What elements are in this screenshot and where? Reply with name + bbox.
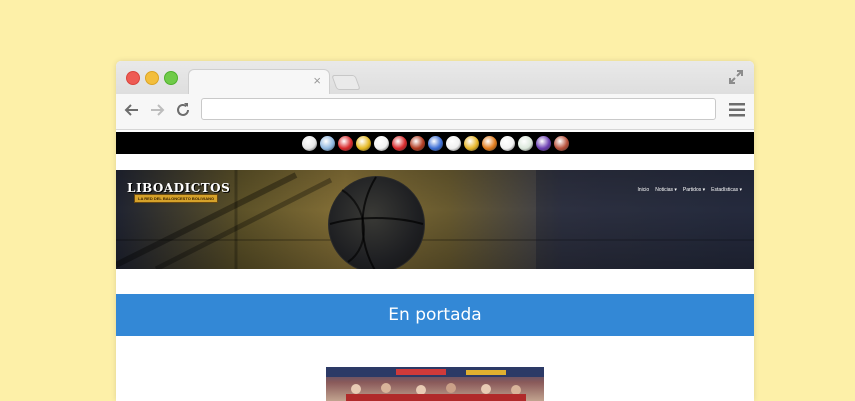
tab-close-icon[interactable]: ×: [313, 74, 321, 88]
reload-icon[interactable]: [174, 101, 192, 119]
team-logo-icon[interactable]: [553, 135, 569, 151]
team-logo-icon[interactable]: [373, 135, 389, 151]
nav-item-noticias[interactable]: Noticias ▾: [655, 187, 677, 193]
browser-window: × LIBOADICTOS LA RED DEL BALONCESTO BOLI…: [116, 61, 754, 401]
section-title: En portada: [388, 305, 482, 325]
team-logo-icon[interactable]: [499, 135, 515, 151]
forward-arrow-icon[interactable]: [148, 101, 166, 119]
team-logo-icon[interactable]: [481, 135, 497, 151]
close-window-button[interactable]: [126, 71, 140, 85]
new-tab-button[interactable]: [331, 75, 361, 90]
team-logo-icon[interactable]: [445, 135, 461, 151]
expand-icon[interactable]: [728, 69, 744, 85]
site-logo-title[interactable]: LIBOADICTOS: [127, 181, 230, 195]
team-logo-icon[interactable]: [301, 135, 317, 151]
featured-photo[interactable]: [326, 367, 544, 401]
site-header-hero: LIBOADICTOS LA RED DEL BALONCESTO BOLIVI…: [116, 170, 754, 269]
section-banner: En portada: [116, 294, 754, 336]
team-logo-icon[interactable]: [391, 135, 407, 151]
minimize-window-button[interactable]: [145, 71, 159, 85]
web-page: LIBOADICTOS LA RED DEL BALONCESTO BOLIVI…: [116, 130, 754, 401]
maximize-window-button[interactable]: [164, 71, 178, 85]
team-photo-image: [326, 367, 544, 401]
tab-strip: ×: [116, 61, 754, 95]
basketball-seams: [329, 176, 424, 269]
browser-toolbar: [116, 94, 754, 130]
active-tab[interactable]: ×: [188, 69, 330, 95]
back-arrow-icon[interactable]: [123, 101, 141, 119]
team-logo-icon[interactable]: [409, 135, 425, 151]
team-logo-icon[interactable]: [337, 135, 353, 151]
address-bar-input[interactable]: [201, 98, 716, 120]
team-logo-icon[interactable]: [463, 135, 479, 151]
nav-item-inicio[interactable]: Inicio: [638, 187, 650, 193]
team-logo-icon[interactable]: [517, 135, 533, 151]
team-logo-icon[interactable]: [355, 135, 371, 151]
teams-logo-bar: [116, 132, 754, 154]
team-logo-icon[interactable]: [535, 135, 551, 151]
nav-item-estadisticas[interactable]: Estadísticas ▾: [711, 187, 742, 193]
nav-item-partidos[interactable]: Partidos ▾: [683, 187, 705, 193]
site-logo-tagline: LA RED DEL BALONCESTO BOLIVIANO: [134, 194, 219, 203]
team-logo-icon[interactable]: [319, 135, 335, 151]
menu-icon[interactable]: [728, 102, 746, 118]
team-logo-icon[interactable]: [427, 135, 443, 151]
site-nav: Inicio Noticias ▾ Partidos ▾ Estadística…: [638, 187, 742, 193]
